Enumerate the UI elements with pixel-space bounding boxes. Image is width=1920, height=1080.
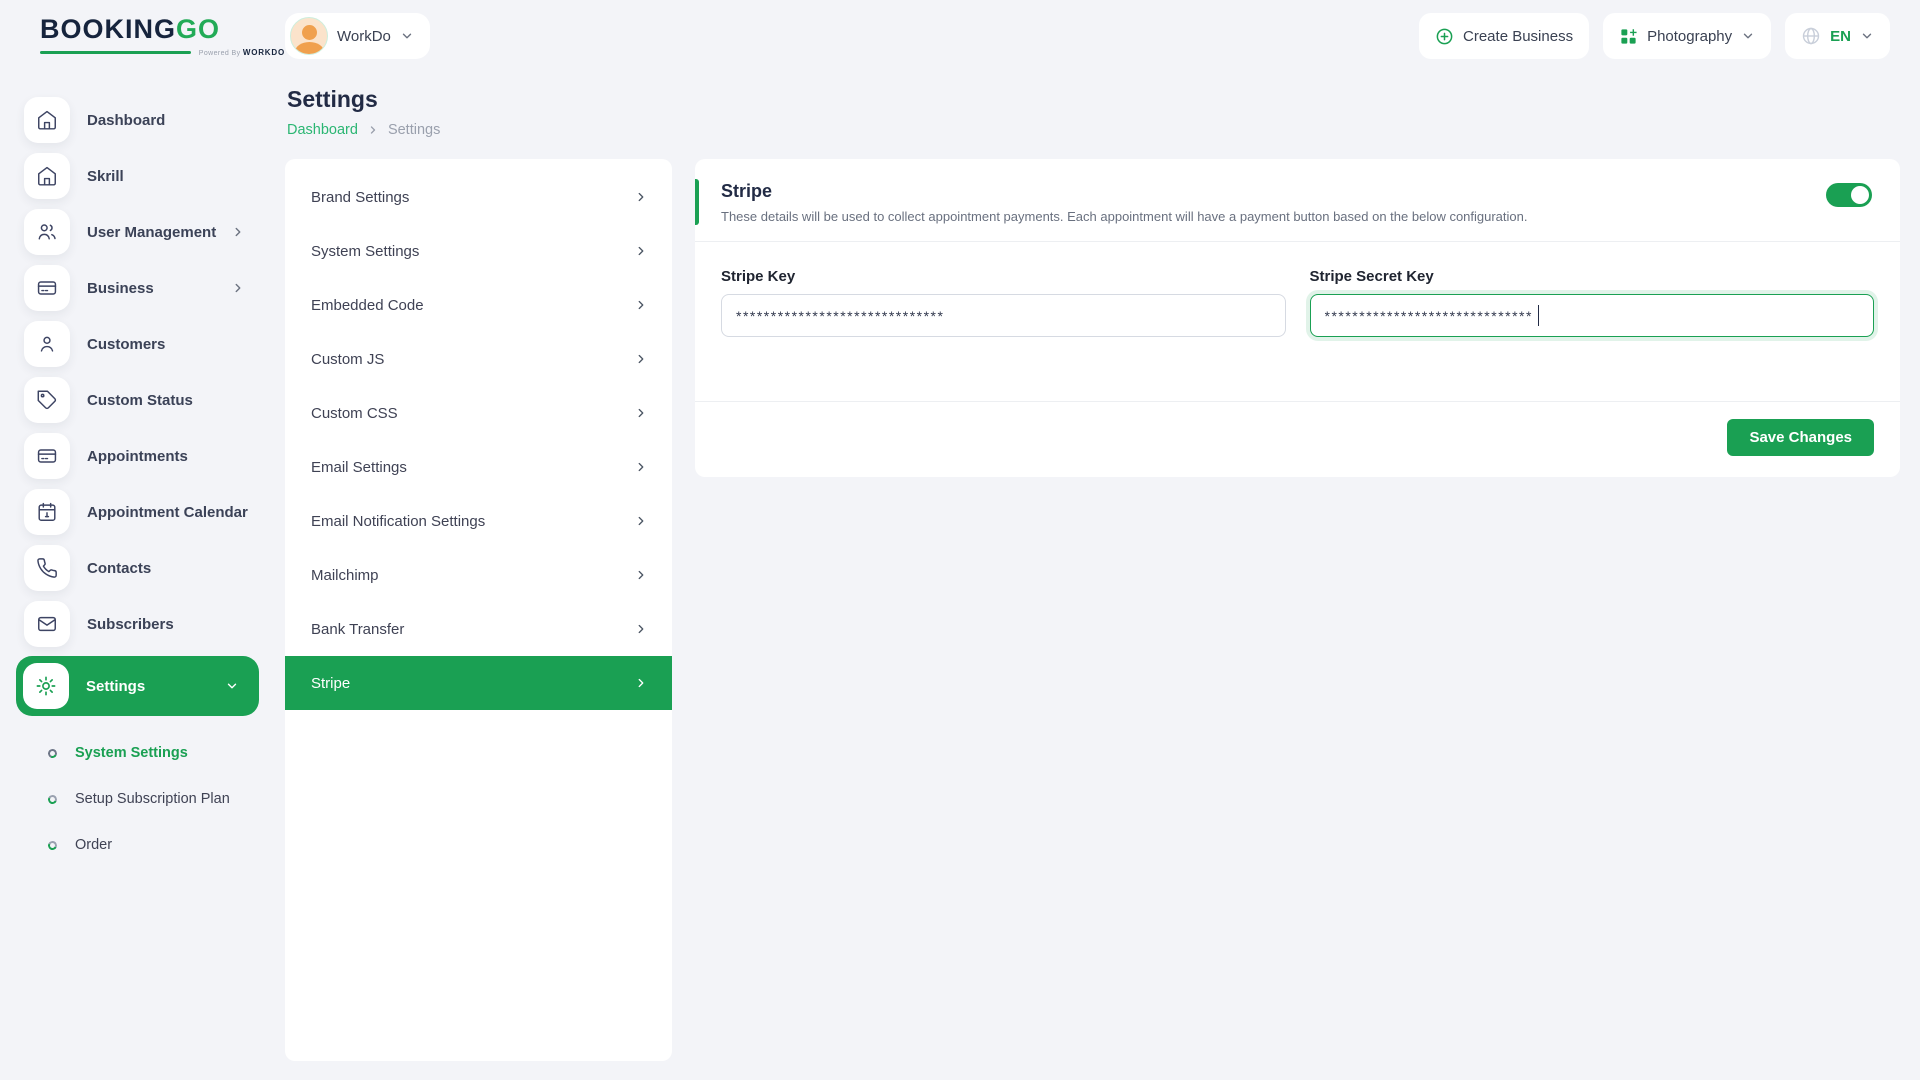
text-cursor [1538, 305, 1540, 326]
sidebar-item-business[interactable]: Business [16, 264, 259, 312]
gear-icon [23, 663, 69, 709]
calendar-icon [24, 489, 70, 535]
settings-menu-mailchimp[interactable]: Mailchimp [285, 548, 672, 602]
sidebar-item-appointments[interactable]: Appointments [16, 432, 259, 480]
settings-menu-system-settings[interactable]: System Settings [285, 224, 672, 278]
settings-menu-custom-js[interactable]: Custom JS [285, 332, 672, 386]
accent-bar [695, 179, 699, 225]
settings-menu-bank-transfer[interactable]: Bank Transfer [285, 602, 672, 656]
chevron-right-icon [634, 190, 648, 204]
language-code: EN [1830, 28, 1851, 45]
user-icon [24, 321, 70, 367]
users-icon [24, 209, 70, 255]
chevron-right-icon [634, 406, 648, 420]
breadcrumb-dashboard-link[interactable]: Dashboard [287, 122, 358, 138]
stripe-secret-key-label: Stripe Secret Key [1310, 268, 1875, 285]
page-title: Settings [287, 86, 1900, 113]
mail-icon [24, 601, 70, 647]
bullet-icon [47, 747, 59, 759]
sidebar-item-custom-status[interactable]: Custom Status [16, 376, 259, 424]
stripe-panel-description: These details will be used to collect ap… [721, 209, 1874, 224]
chevron-right-icon [231, 281, 245, 295]
credit-card-icon [24, 433, 70, 479]
chevron-right-icon [634, 460, 648, 474]
app-logo: BOOKINGGO Powered By WORKDO [40, 16, 285, 57]
avatar [290, 17, 328, 55]
stripe-enabled-toggle[interactable] [1826, 183, 1872, 207]
logo-underline [40, 51, 191, 54]
stripe-panel-body: Stripe Key Stripe Secret Key [695, 241, 1900, 401]
logo-text: BOOKINGGO [40, 16, 285, 43]
tag-icon [24, 377, 70, 423]
grid-plus-icon [1619, 27, 1638, 46]
chevron-down-icon [225, 679, 239, 693]
bullet-icon [47, 839, 59, 851]
chevron-right-icon [367, 124, 379, 136]
main-content: Settings Dashboard Settings Brand Settin… [285, 72, 1920, 1080]
submenu-item-setup-subscription-plan[interactable]: Setup Subscription Plan [48, 776, 285, 822]
stripe-panel: Stripe These details will be used to col… [695, 159, 1900, 477]
chevron-right-icon [634, 298, 648, 312]
home-icon [24, 97, 70, 143]
sidebar-item-user-management[interactable]: User Management [16, 208, 259, 256]
home-icon [24, 153, 70, 199]
settings-menu-email-settings[interactable]: Email Settings [285, 440, 672, 494]
submenu-item-order[interactable]: Order [48, 822, 285, 868]
language-dropdown[interactable]: EN [1785, 13, 1890, 59]
workspace-name: WorkDo [337, 28, 391, 45]
settings-menu-email-notification-settings[interactable]: Email Notification Settings [285, 494, 672, 548]
stripe-panel-header: Stripe These details will be used to col… [695, 159, 1900, 241]
settings-menu-embedded-code[interactable]: Embedded Code [285, 278, 672, 332]
chevron-right-icon [231, 225, 245, 239]
breadcrumb-current: Settings [388, 122, 440, 138]
stripe-key-field-group: Stripe Key [721, 268, 1286, 337]
chevron-down-icon [400, 29, 414, 43]
stripe-secret-key-field-group: Stripe Secret Key [1310, 268, 1875, 337]
create-business-button[interactable]: Create Business [1419, 13, 1589, 59]
settings-menu-custom-css[interactable]: Custom CSS [285, 386, 672, 440]
breadcrumb: Dashboard Settings [287, 122, 1900, 138]
stripe-panel-title: Stripe [721, 181, 1874, 202]
sidebar: Dashboard Skrill User Management Busines… [0, 72, 285, 1080]
sidebar-item-settings[interactable]: Settings [16, 656, 259, 716]
sidebar-item-dashboard[interactable]: Dashboard [16, 96, 259, 144]
stripe-key-label: Stripe Key [721, 268, 1286, 285]
chevron-right-icon [634, 244, 648, 258]
sidebar-item-appointment-calendar[interactable]: Appointment Calendar [16, 488, 259, 536]
globe-icon [1801, 26, 1821, 46]
chevron-right-icon [634, 622, 648, 636]
settings-menu-card: Brand Settings System Settings Embedded … [285, 159, 672, 1061]
chevron-down-icon [1860, 29, 1874, 43]
settings-submenu: System Settings Setup Subscription Plan … [0, 722, 285, 868]
stripe-key-input[interactable] [721, 294, 1286, 337]
chevron-right-icon [634, 676, 648, 690]
chevron-right-icon [634, 514, 648, 528]
sidebar-item-contacts[interactable]: Contacts [16, 544, 259, 592]
chevron-right-icon [634, 568, 648, 582]
sidebar-item-skrill[interactable]: Skrill [16, 152, 259, 200]
chevron-down-icon [1741, 29, 1755, 43]
plus-circle-icon [1435, 27, 1454, 46]
bullet-icon [47, 793, 59, 805]
chevron-right-icon [634, 352, 648, 366]
toggle-knob [1851, 186, 1869, 204]
settings-menu-brand-settings[interactable]: Brand Settings [285, 170, 672, 224]
credit-card-icon [24, 265, 70, 311]
save-changes-button[interactable]: Save Changes [1727, 419, 1874, 456]
workspace-dropdown[interactable]: WorkDo [285, 13, 430, 59]
sidebar-item-customers[interactable]: Customers [16, 320, 259, 368]
submenu-item-system-settings[interactable]: System Settings [48, 730, 285, 776]
stripe-panel-footer: Save Changes [695, 401, 1900, 477]
stripe-secret-key-input[interactable] [1310, 294, 1875, 337]
phone-icon [24, 545, 70, 591]
sidebar-item-subscribers[interactable]: Subscribers [16, 600, 259, 648]
business-selector-dropdown[interactable]: Photography [1603, 13, 1771, 59]
settings-menu-stripe[interactable]: Stripe [285, 656, 672, 710]
top-bar: BOOKINGGO Powered By WORKDO WorkDo Creat… [0, 0, 1920, 72]
